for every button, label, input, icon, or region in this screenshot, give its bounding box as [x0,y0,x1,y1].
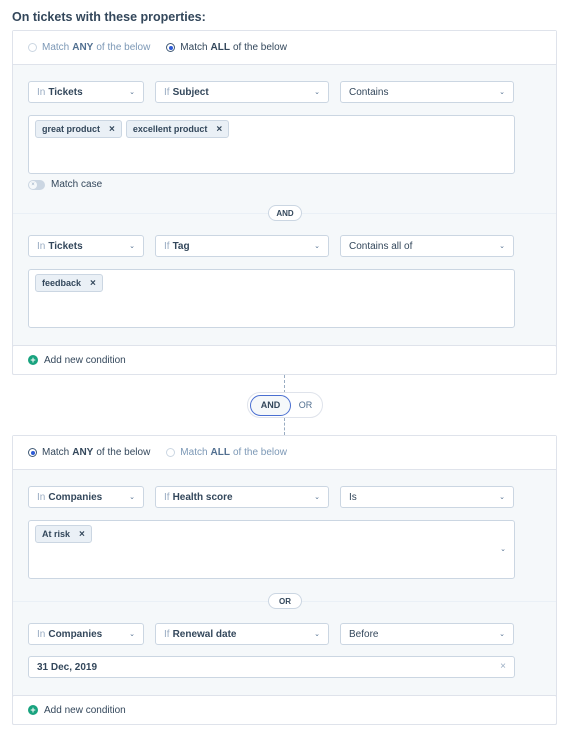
or-joiner-badge: OR [268,593,302,609]
chevron-down-icon: ⌄ [129,89,135,96]
condition-group-2: Match ANY of the below Match ALL of the belo… [12,435,557,725]
chevron-down-icon: ⌄ [499,631,505,638]
match-case-toggle[interactable]: × [28,179,45,190]
group-logic-switch: AND OR [247,392,323,418]
chevron-down-icon: ⌄ [314,89,320,96]
chevron-down-icon: ⌄ [499,243,505,250]
value-tag: great product × [35,120,122,138]
radio-selected-icon [166,43,176,52]
add-condition-button[interactable]: + Add new condition [12,695,557,725]
object-select[interactable]: In Tickets ⌄ [28,81,144,103]
operator-select[interactable]: Contains all of ⌄ [340,235,514,257]
and-joiner-badge: AND [268,205,302,221]
chevron-down-icon: ⌄ [129,243,135,250]
chevron-down-icon: ⌄ [499,89,505,96]
chevron-down-icon: ⌄ [129,631,135,638]
operator-select[interactable]: Contains ⌄ [340,81,514,103]
chevron-down-icon: ⌄ [499,494,505,501]
object-select[interactable]: In Tickets ⌄ [28,235,144,257]
radio-icon [166,448,176,457]
property-select[interactable]: If Health score ⌄ [155,486,329,508]
logic-and-option[interactable]: AND [250,394,291,416]
object-select[interactable]: In Companies ⌄ [28,623,144,645]
chevron-down-icon: ⌄ [129,494,135,501]
chevron-down-icon[interactable]: ⌄ [500,545,506,553]
section-heading: On tickets with these properties: [12,10,206,24]
values-input[interactable]: feedback × [28,269,515,328]
match-all-radio[interactable]: Match ALL of the below [166,42,287,53]
value-tag: feedback × [35,274,103,292]
property-select[interactable]: If Renewal date ⌄ [155,623,329,645]
match-case-row: × Match case [28,179,102,190]
match-mode-bar: Match ANY of the below Match ALL of the belo… [13,436,556,470]
object-select[interactable]: In Companies ⌄ [28,486,144,508]
operator-select[interactable]: Before ⌄ [340,623,514,645]
condition-row: In Companies ⌄ If Health score ⌄ Is ⌄ [28,486,514,508]
values-input[interactable]: great product × excellent product × [28,115,515,174]
remove-tag-icon[interactable]: × [216,124,222,135]
operator-select[interactable]: Is ⌄ [340,486,514,508]
match-any-radio[interactable]: Match ANY of the below [28,42,150,53]
chevron-down-icon: ⌄ [314,243,320,250]
values-select[interactable]: At risk × ⌄ [28,520,515,579]
logic-or-option[interactable]: OR [291,395,320,416]
property-select[interactable]: If Subject ⌄ [155,81,329,103]
chevron-down-icon: ⌄ [314,631,320,638]
property-select[interactable]: If Tag ⌄ [155,235,329,257]
radio-icon [28,43,37,52]
condition-group-1: Match ANY of the below Match ALL of the belo… [12,30,557,375]
value-tag: excellent product × [125,120,230,138]
match-all-radio[interactable]: Match ALL of the below [166,447,287,458]
match-any-radio[interactable]: Match ANY of the below [28,447,150,458]
plus-circle-icon: + [28,705,38,715]
condition-row: In Tickets ⌄ If Tag ⌄ Contains all of ⌄ [28,235,514,257]
date-input[interactable]: 31 Dec, 2019 × [28,656,515,678]
condition-row: In Tickets ⌄ If Subject ⌄ Contains ⌄ [28,81,514,103]
add-condition-button[interactable]: + Add new condition [12,345,557,375]
remove-tag-icon[interactable]: × [79,529,85,540]
match-mode-bar: Match ANY of the below Match ALL of the belo… [13,31,556,65]
chevron-down-icon: ⌄ [314,494,320,501]
toggle-off-icon: × [29,180,37,189]
connector-line [284,375,285,393]
condition-row: In Companies ⌄ If Renewal date ⌄ Before … [28,623,514,645]
plus-circle-icon: + [28,355,38,365]
value-tag: At risk × [35,525,92,543]
radio-selected-icon [28,448,37,457]
remove-tag-icon[interactable]: × [90,278,96,289]
connector-line [284,418,285,435]
clear-icon[interactable]: × [500,661,506,672]
remove-tag-icon[interactable]: × [109,124,115,135]
